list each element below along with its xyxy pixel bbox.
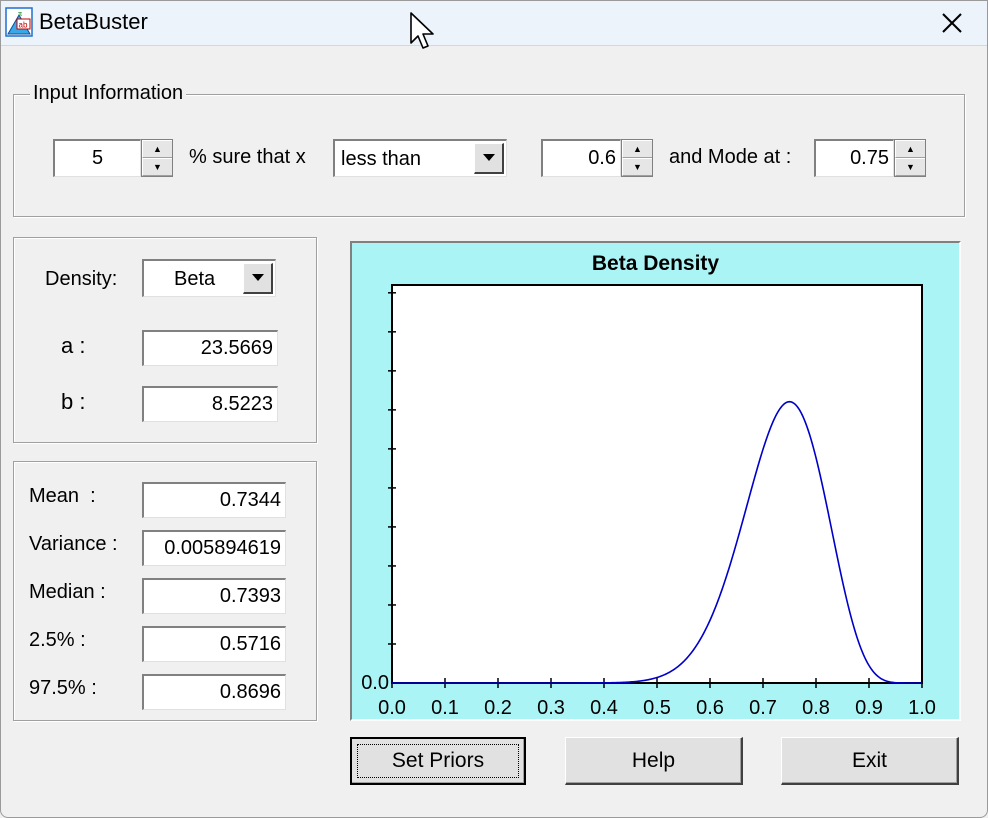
- mode-value-spinner[interactable]: ▲ ▼: [894, 139, 926, 177]
- percentile-97-5-label: 97.5% :: [29, 677, 97, 699]
- mean-value-field[interactable]: 0.7344: [142, 482, 286, 518]
- median-value-field[interactable]: 0.7393: [142, 578, 286, 614]
- x-value-spinner[interactable]: ▲ ▼: [621, 139, 653, 177]
- comparison-dropdown[interactable]: less than: [333, 139, 507, 177]
- svg-text:π: π: [18, 9, 22, 18]
- betabuster-window: ab π BetaBuster Input Information 5 ▲ ▼ …: [0, 0, 988, 818]
- density-label: Density:: [45, 268, 118, 290]
- mode-value-field[interactable]: 0.75: [814, 139, 894, 177]
- help-button[interactable]: Help: [565, 737, 743, 785]
- plot-area: [391, 284, 923, 684]
- variance-label: Variance :: [29, 533, 118, 555]
- spin-up-icon[interactable]: ▲: [895, 140, 925, 158]
- exit-label: Exit: [851, 748, 887, 772]
- x-tick-label: 0.7: [749, 697, 777, 719]
- spin-down-icon[interactable]: ▼: [622, 158, 652, 176]
- x-value-field[interactable]: 0.6: [541, 139, 621, 177]
- x-tick-label: 0.9: [855, 697, 883, 719]
- y-tick-label: 0.0: [361, 672, 389, 694]
- b-label: b :: [61, 389, 86, 414]
- a-value-field[interactable]: 23.5669: [142, 330, 278, 366]
- beta-density-chart-panel: Beta Density 0.0 0.1 0.2 0.3 0.4 0.5 0.6 0.7 0.8…: [350, 241, 961, 721]
- variance-value-field[interactable]: 0.005894619: [142, 530, 286, 566]
- input-information-legend: Input Information: [30, 81, 187, 105]
- percentile-97-5-value-field[interactable]: 0.8696: [142, 674, 286, 710]
- b-value-field[interactable]: 8.5223: [142, 386, 278, 422]
- x-tick-label: 0.8: [802, 697, 830, 719]
- mean-label: Mean :: [29, 485, 96, 507]
- spin-down-icon[interactable]: ▼: [895, 158, 925, 176]
- exit-button[interactable]: Exit: [781, 737, 959, 785]
- x-tick-label: 0.0: [378, 697, 406, 719]
- median-label: Median :: [29, 581, 106, 603]
- x-tick-label: 0.6: [696, 697, 724, 719]
- chevron-down-icon[interactable]: [474, 143, 504, 174]
- title-bar: ab π BetaBuster: [1, 1, 987, 46]
- chevron-down-icon[interactable]: [243, 263, 273, 294]
- mode-at-label: and Mode at :: [669, 146, 792, 168]
- density-dropdown[interactable]: Beta: [142, 259, 276, 297]
- x-tick-label: 0.3: [537, 697, 565, 719]
- beta-density-chart: 0.0 0.1 0.2 0.3 0.4 0.5 0.6 0.7 0.8 0.9 1.0 0.0: [361, 284, 936, 719]
- x-tick-label: 0.1: [431, 697, 459, 719]
- a-label: a :: [61, 333, 86, 358]
- density-selected: Beta: [174, 268, 216, 290]
- x-tick-label: 1.0: [908, 697, 936, 719]
- x-tick-label: 0.4: [590, 697, 618, 719]
- percentile-2-5-value-field[interactable]: 0.5716: [142, 626, 286, 662]
- spin-up-icon[interactable]: ▲: [622, 140, 652, 158]
- set-priors-label: Set Priors: [391, 749, 485, 772]
- mouse-cursor-icon: [410, 12, 434, 49]
- spin-up-icon[interactable]: ▲: [142, 140, 172, 158]
- sure-that-x-label: % sure that x: [189, 146, 306, 168]
- app-icon: ab π: [5, 7, 33, 37]
- x-tick-label: 0.5: [643, 697, 671, 719]
- percent-sure-spinner[interactable]: ▲ ▼: [141, 139, 173, 177]
- window-title: BetaBuster: [39, 9, 148, 34]
- close-button[interactable]: [917, 1, 987, 45]
- percentile-2-5-label: 2.5% :: [29, 629, 86, 651]
- x-tick-label: 0.2: [484, 697, 512, 719]
- close-icon: [942, 13, 962, 33]
- svg-text:ab: ab: [19, 21, 28, 30]
- set-priors-button[interactable]: Set Priors: [350, 737, 526, 785]
- spin-down-icon[interactable]: ▼: [142, 158, 172, 176]
- percent-sure-field[interactable]: 5: [53, 139, 141, 177]
- help-label: Help: [631, 748, 676, 772]
- comparison-selected: less than: [341, 148, 422, 170]
